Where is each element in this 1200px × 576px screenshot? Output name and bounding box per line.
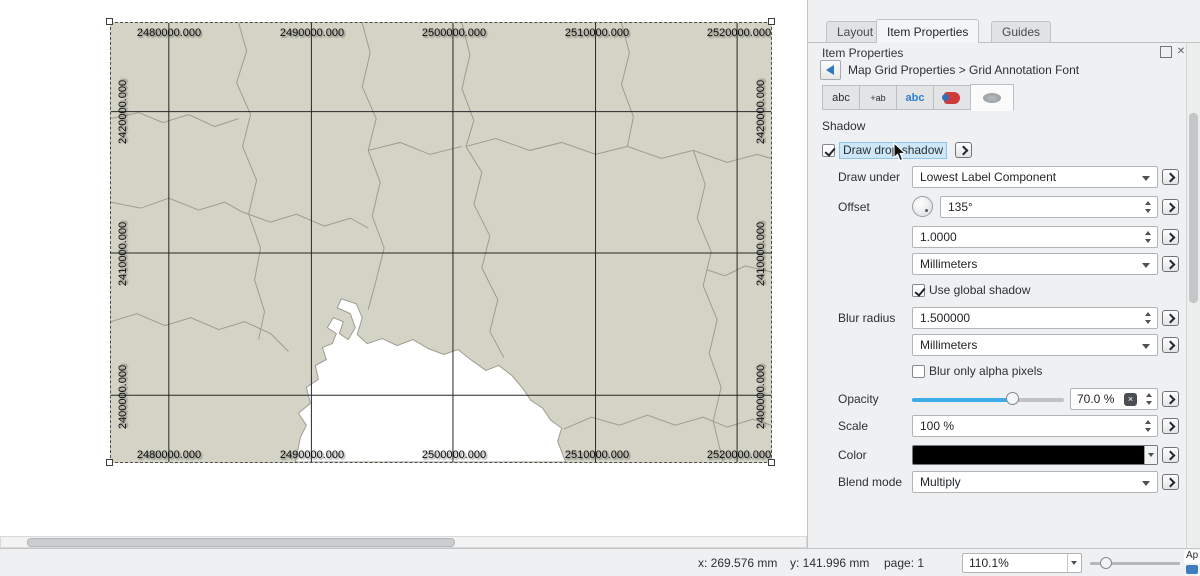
buffer-tab-icon: abc: [906, 92, 925, 104]
opacity-slider-thumb[interactable]: [1006, 392, 1019, 405]
color-dropdown-icon[interactable]: [1144, 446, 1157, 464]
grid-label-bottom: 2500000.000: [422, 449, 486, 461]
font-tab-shadow[interactable]: [970, 84, 1014, 111]
selection-handle[interactable]: [768, 459, 775, 466]
blend-mode-label: Blend mode: [838, 471, 902, 493]
draw-drop-shadow-checkbox[interactable]: [822, 144, 835, 157]
offset-units-select[interactable]: Millimeters: [912, 253, 1158, 275]
map-render: [111, 23, 771, 462]
data-defined-override-icon[interactable]: [1162, 418, 1179, 434]
selection-handle[interactable]: [106, 18, 113, 25]
item-properties-panel: Layout Item Properties Guides Item Prope…: [808, 0, 1200, 548]
panel-scrollbar[interactable]: [1186, 43, 1200, 548]
blur-alpha-label[interactable]: Blur only alpha pixels: [929, 364, 1042, 379]
scale-spinbox[interactable]: 100 %: [912, 415, 1158, 437]
grid-label-bottom: 2520000.000: [707, 449, 771, 461]
font-tab-background[interactable]: [933, 85, 971, 110]
shadow-section-title: Shadow: [822, 119, 865, 133]
status-bar: x: 269.576 mm y: 141.996 mm page: 1 110.…: [0, 548, 1200, 576]
grid-label-right: 2410000.000: [755, 222, 767, 286]
zoom-level-value: 110.1%: [969, 556, 1009, 570]
grid-label-top: 2480000.000: [137, 27, 201, 39]
data-defined-override-icon[interactable]: [1162, 310, 1179, 326]
blur-alpha-checkbox[interactable]: [912, 365, 925, 378]
map-item[interactable]: 2480000.000 2490000.000 2500000.000 2510…: [110, 22, 772, 463]
float-panel-icon[interactable]: [1160, 46, 1172, 58]
tab-guides[interactable]: Guides: [991, 21, 1051, 43]
zoom-tool-icon: [1186, 565, 1198, 574]
shadow-color-button[interactable]: [912, 445, 1158, 465]
data-defined-override-icon[interactable]: [1162, 199, 1179, 215]
opacity-slider-fill: [912, 398, 1018, 402]
data-defined-override-icon[interactable]: [1162, 229, 1179, 245]
cursor-x-readout: x: 269.576 mm: [698, 556, 777, 570]
grid-label-bottom: 2510000.000: [565, 449, 629, 461]
blur-radius-label: Blur radius: [838, 307, 895, 329]
selection-handle[interactable]: [106, 459, 113, 466]
offset-distance-spinbox[interactable]: 1.0000: [912, 226, 1158, 248]
font-tab-formatting[interactable]: +ab: [859, 85, 897, 110]
data-defined-override-icon[interactable]: [1162, 337, 1179, 353]
font-tab-buffer[interactable]: abc: [896, 85, 934, 110]
mouse-cursor: [893, 142, 906, 165]
grid-label-top: 2490000.000: [280, 27, 344, 39]
offset-label: Offset: [838, 196, 870, 218]
grid-label-left: 2420000.000: [117, 80, 129, 144]
back-button[interactable]: [820, 60, 841, 80]
grid-label-top: 2510000.000: [565, 27, 629, 39]
data-defined-override-icon[interactable]: [1162, 169, 1179, 185]
draw-under-label: Draw under: [838, 166, 900, 188]
layout-canvas[interactable]: 2480000.000 2490000.000 2500000.000 2510…: [0, 0, 807, 548]
opacity-label: Opacity: [838, 388, 879, 410]
grid-label-left: 2400000.000: [117, 365, 129, 429]
data-defined-override-icon[interactable]: [1162, 447, 1179, 463]
opacity-spinbox[interactable]: 70.0 % ×: [1070, 388, 1158, 410]
formatting-tab-icon: +ab: [870, 93, 885, 103]
data-defined-override-icon[interactable]: [1162, 391, 1179, 407]
data-defined-override-icon[interactable]: [1162, 474, 1179, 490]
data-defined-override-icon[interactable]: [1162, 256, 1179, 272]
panel-title: Item Properties: [822, 46, 903, 60]
shadow-tab-icon: [983, 93, 1001, 103]
draw-under-select[interactable]: Lowest Label Component: [912, 166, 1158, 188]
grid-label-right: 2420000.000: [755, 80, 767, 144]
chevron-down-icon: [1067, 554, 1081, 572]
canvas-scrollbar-thumb[interactable]: [27, 538, 455, 547]
background-tab-icon: [944, 92, 960, 104]
corner-fragment: Ap: [1184, 550, 1200, 563]
blur-radius-spinbox[interactable]: 1.500000: [912, 307, 1158, 329]
offset-angle-spinbox[interactable]: 135°: [940, 196, 1158, 218]
font-tab-text[interactable]: abc: [822, 85, 860, 110]
color-label: Color: [838, 444, 867, 466]
selection-handle[interactable]: [768, 18, 775, 25]
page-readout: page: 1: [884, 556, 924, 570]
grid-label-bottom: 2480000.000: [137, 449, 201, 461]
canvas-horizontal-scrollbar[interactable]: [0, 536, 807, 548]
text-tab-icon: abc: [832, 92, 850, 104]
zoom-level-combo[interactable]: 110.1%: [962, 553, 1082, 573]
tabbar-baseline: [808, 42, 1200, 43]
zoom-slider-thumb[interactable]: [1100, 557, 1112, 569]
scale-label: Scale: [838, 415, 868, 437]
grid-label-top: 2500000.000: [422, 27, 486, 39]
offset-angle-dial[interactable]: [912, 196, 933, 217]
panel-scrollbar-thumb[interactable]: [1189, 113, 1198, 303]
blur-units-select[interactable]: Millimeters: [912, 334, 1158, 356]
tab-item-properties[interactable]: Item Properties: [876, 19, 979, 43]
grid-label-bottom: 2490000.000: [280, 449, 344, 461]
opacity-slider[interactable]: [912, 398, 1064, 402]
opacity-value: 70.0 %: [1077, 392, 1114, 406]
blend-mode-select[interactable]: Multiply: [912, 471, 1158, 493]
use-global-shadow-checkbox[interactable]: [912, 284, 925, 297]
grid-label-left: 2410000.000: [117, 222, 129, 286]
grid-label-right: 2400000.000: [755, 365, 767, 429]
grid-label-top: 2520000.000: [707, 27, 771, 39]
use-global-shadow-label[interactable]: Use global shadow: [929, 283, 1030, 298]
clear-value-icon[interactable]: ×: [1124, 393, 1137, 406]
data-defined-override-icon[interactable]: [955, 142, 972, 158]
cursor-y-readout: y: 141.996 mm: [790, 556, 869, 570]
breadcrumb: Map Grid Properties > Grid Annotation Fo…: [848, 63, 1079, 77]
